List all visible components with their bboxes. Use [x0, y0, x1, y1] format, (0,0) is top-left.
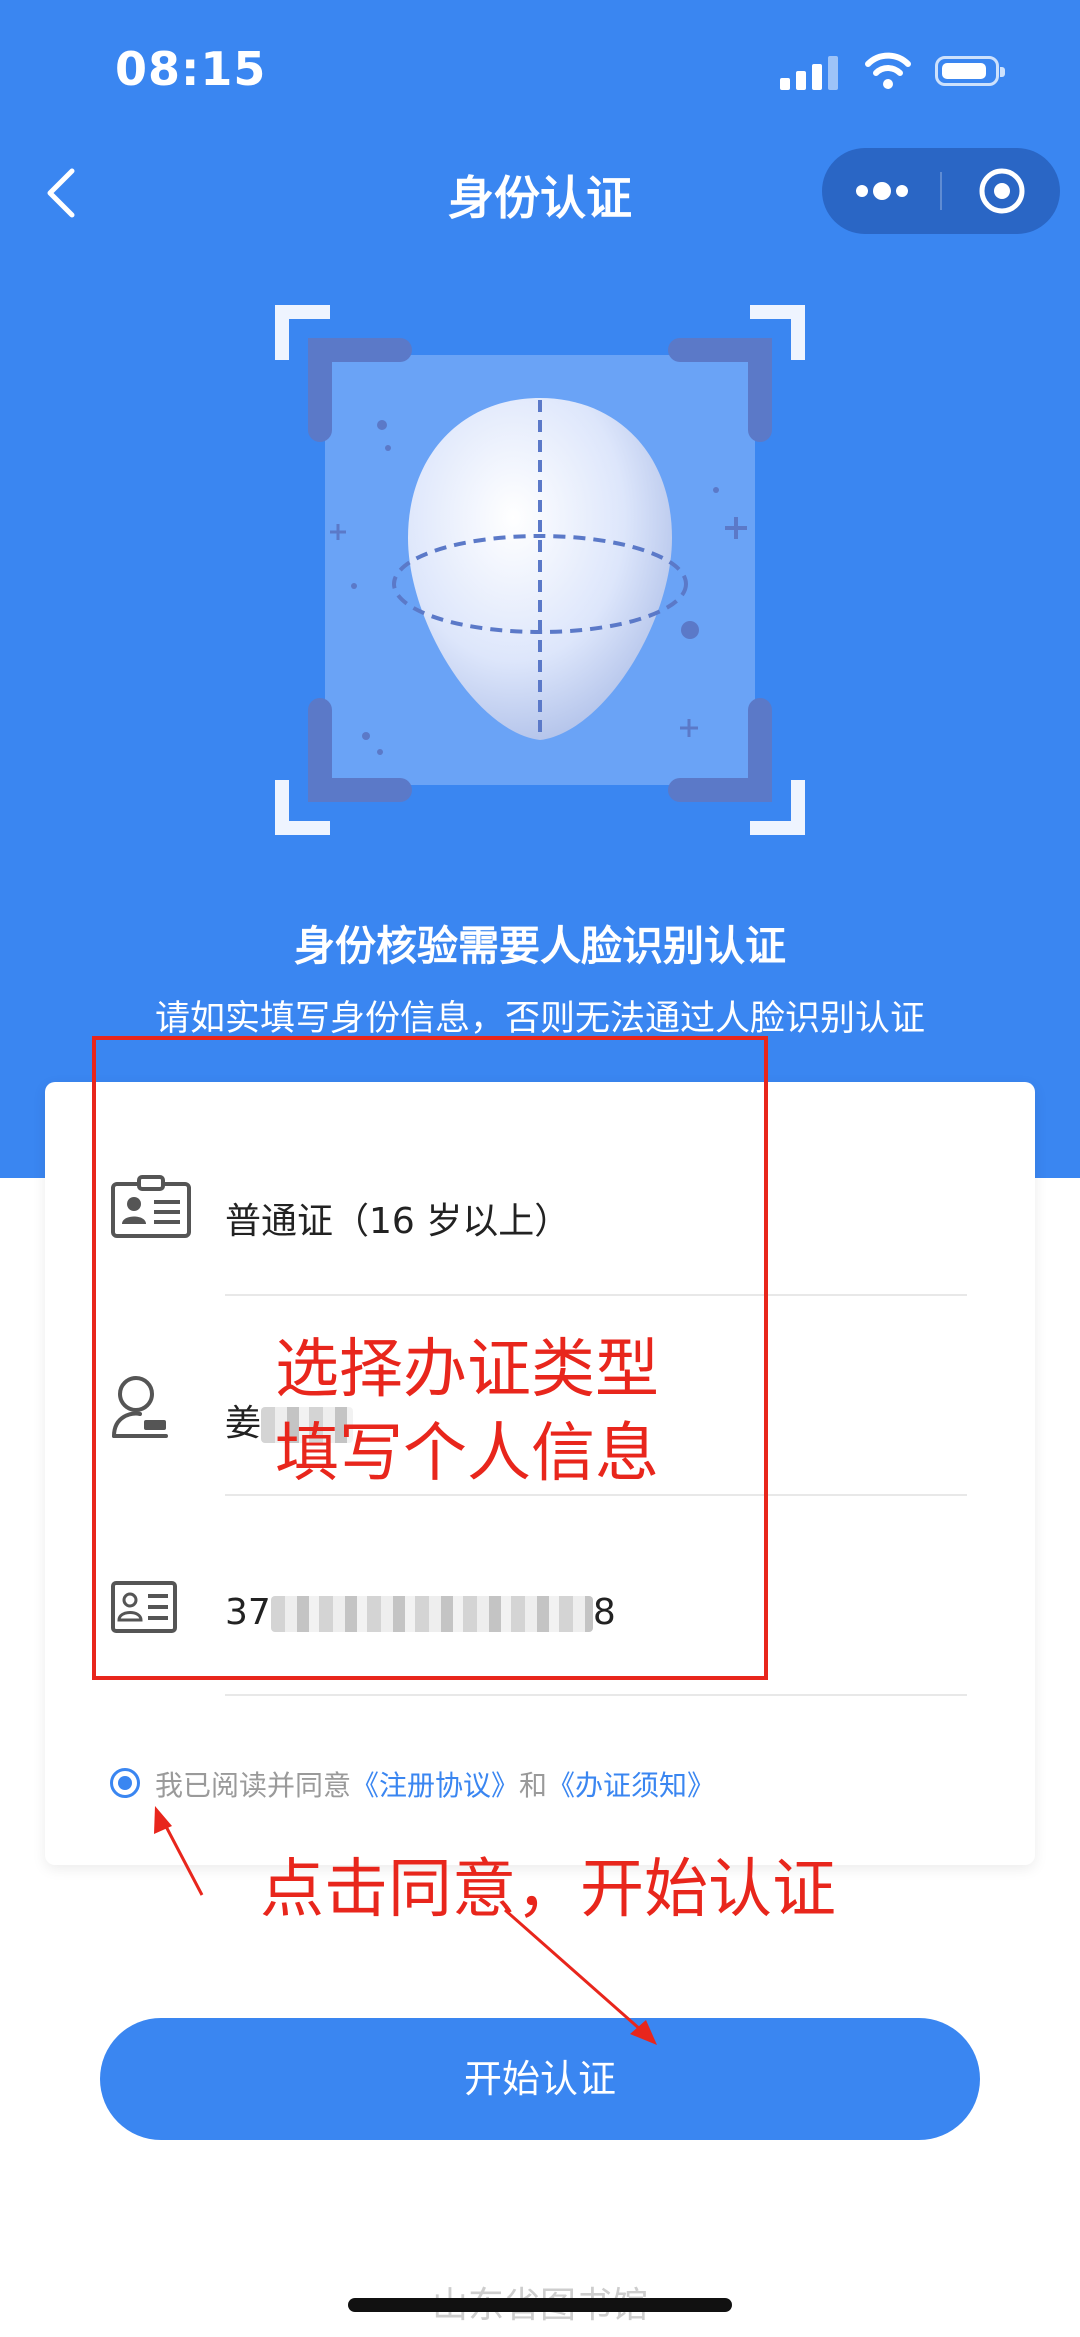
wifi-icon [865, 52, 911, 89]
agree-and-text: 和 [519, 1769, 548, 1802]
signal-icon [780, 56, 838, 90]
hero-headline: 身份核验需要人脸识别认证 [294, 922, 786, 970]
annotation-line-2: 填写个人信息 [275, 1417, 659, 1491]
hero-subline: 请如实填写身份信息，否则无法通过人脸识别认证 [154, 999, 925, 1039]
annotation-line-3: 点击同意，开始认证 [260, 1853, 836, 1927]
battery-icon [935, 56, 1005, 86]
face-scan-illustration [275, 305, 805, 835]
start-verification-button[interactable]: 开始认证 [100, 2018, 980, 2140]
divider [225, 1694, 967, 1696]
mini-program-capsule [822, 148, 1060, 234]
agree-radio[interactable] [110, 1768, 140, 1798]
annotation-line-1: 选择办证类型 [275, 1333, 659, 1407]
more-icon[interactable] [822, 148, 940, 234]
annotation-text: 选择办证类型 填写个人信息 [275, 1328, 659, 1496]
close-miniprogram-icon[interactable] [942, 148, 1060, 234]
home-indicator [348, 2298, 732, 2312]
status-time: 08:15 [115, 42, 267, 96]
card-notice-link[interactable]: 《办证须知》 [547, 1769, 715, 1802]
agree-text: 我已阅读并同意 [155, 1769, 352, 1802]
status-icons [780, 50, 1010, 94]
register-agreement-link[interactable]: 《注册协议》 [351, 1769, 519, 1802]
